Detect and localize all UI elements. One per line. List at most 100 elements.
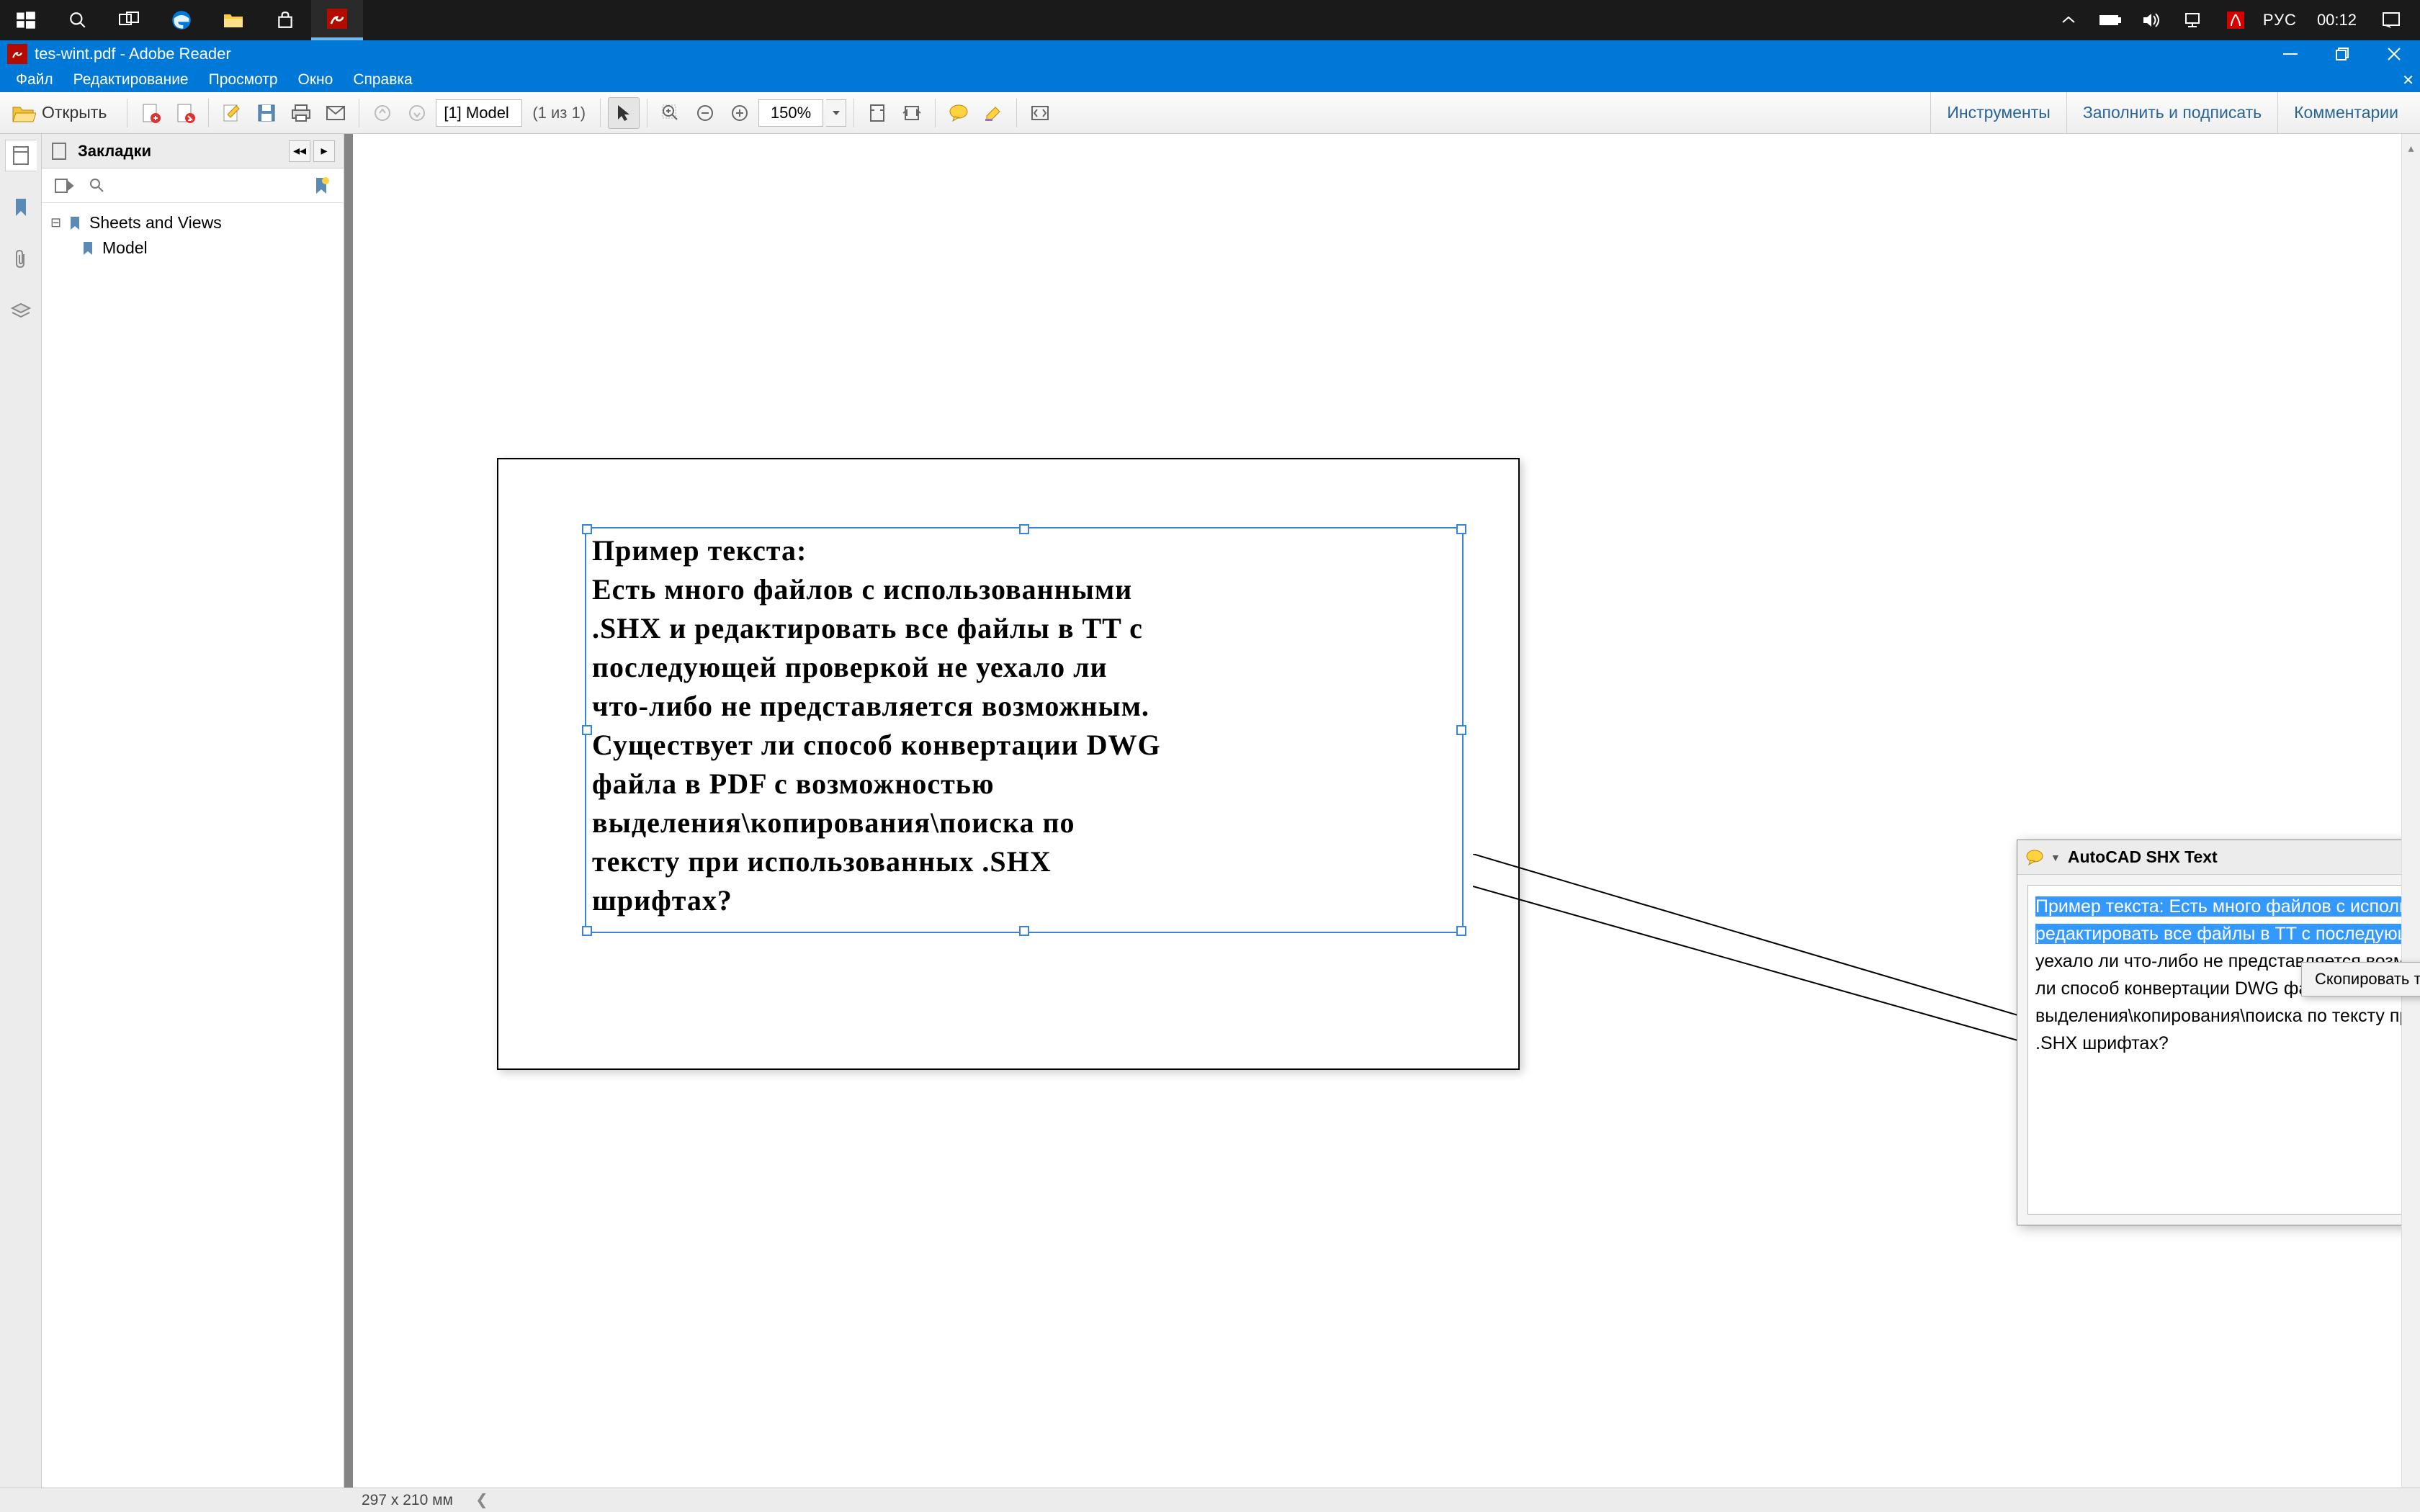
page-input[interactable]: [1] Model — [436, 99, 522, 127]
zoom-out-icon[interactable] — [689, 97, 721, 129]
resize-handle-w[interactable] — [582, 725, 592, 735]
adobe-reader-icon — [7, 44, 27, 64]
bookmarks-panel: Закладки ◂◂ ▸ ⊟ Sheets and Views Model — [42, 134, 344, 1488]
bookmarks-header: Закладки ◂◂ ▸ — [42, 134, 344, 168]
annotation-header[interactable]: ▼ AutoCAD SHX Text — [2017, 840, 2420, 875]
create-pdf-icon[interactable] — [135, 97, 166, 129]
annotation-selected-text: Пример текста: Есть много файлов с испол… — [2035, 896, 2420, 944]
tree-label: Sheets and Views — [89, 213, 222, 233]
menu-help[interactable]: Справка — [343, 68, 422, 91]
zoom-in-icon[interactable] — [724, 97, 756, 129]
status-prev-icon[interactable]: ❮ — [470, 1491, 493, 1509]
context-copy-text[interactable]: Скопировать текст Ctrl+C — [2302, 963, 2420, 996]
task-view-icon[interactable] — [104, 0, 156, 40]
status-bar: 297 x 210 мм ❮ — [0, 1488, 2420, 1512]
fit-page-icon[interactable] — [861, 97, 893, 129]
resize-handle-s[interactable] — [1019, 926, 1029, 936]
thumbnails-rail-icon[interactable] — [5, 140, 37, 171]
maximize-button[interactable] — [2316, 40, 2368, 68]
store-icon[interactable] — [259, 0, 311, 40]
file-explorer-icon[interactable] — [207, 0, 259, 40]
window-titlebar: tes-wint.pdf - Adobe Reader — [0, 40, 2420, 68]
vertical-scrollbar[interactable]: ▴ — [2401, 134, 2420, 1488]
zoom-input[interactable]: 150% — [758, 99, 823, 127]
bm-search-icon[interactable] — [84, 174, 111, 198]
annotation-title: AutoCAD SHX Text — [2068, 847, 2420, 867]
start-button[interactable] — [0, 0, 52, 40]
chevron-up-icon[interactable] — [2054, 6, 2083, 35]
scroll-up-icon[interactable]: ▴ — [2404, 143, 2418, 154]
resize-handle-sw[interactable] — [582, 926, 592, 936]
resize-handle-se[interactable] — [1456, 926, 1466, 936]
tree-item-child[interactable]: Model — [50, 235, 335, 261]
menubar: Файл Редактирование Просмотр Окно Справк… — [0, 68, 2420, 92]
resize-handle-ne[interactable] — [1456, 524, 1466, 534]
selection-tool-icon[interactable] — [608, 97, 640, 129]
tree-item-root[interactable]: ⊟ Sheets and Views — [50, 210, 335, 235]
layers-rail-icon[interactable] — [5, 295, 37, 327]
battery-icon[interactable] — [2096, 6, 2125, 35]
dropdown-icon[interactable]: ▼ — [2051, 852, 2061, 863]
context-menu: Скопировать текст Ctrl+C — [2301, 962, 2420, 996]
sticky-note-icon[interactable] — [943, 97, 974, 129]
menu-window[interactable]: Окно — [288, 68, 344, 91]
language-indicator[interactable]: РУС — [2263, 11, 2297, 30]
close-button[interactable] — [2368, 40, 2420, 68]
tree-label: Model — [102, 238, 148, 258]
prev-page-icon[interactable] — [367, 97, 398, 129]
menu-edit[interactable]: Редактирование — [63, 68, 199, 91]
tools-link[interactable]: Инструменты — [1930, 92, 2066, 134]
next-page-icon[interactable] — [401, 97, 433, 129]
volume-icon[interactable] — [2138, 6, 2166, 35]
open-label: Открыть — [42, 103, 107, 122]
bm-options-icon[interactable] — [50, 174, 78, 198]
annotation-textarea[interactable]: Пример текста: Есть много файлов с испол… — [2027, 885, 2420, 1215]
fill-sign-link[interactable]: Заполнить и подписать — [2066, 92, 2277, 134]
comments-link[interactable]: Комментарии — [2277, 92, 2414, 134]
zoom-dropdown[interactable] — [826, 99, 846, 127]
navigation-rail — [0, 134, 42, 1488]
bm-prev-button[interactable]: ◂◂ — [289, 140, 310, 162]
bookmarks-title: Закладки — [78, 142, 286, 161]
page-thumbnails-icon — [50, 141, 71, 161]
bm-next-button[interactable]: ▸ — [313, 140, 335, 162]
attachments-rail-icon[interactable] — [5, 243, 37, 275]
resize-handle-nw[interactable] — [582, 524, 592, 534]
marquee-zoom-icon[interactable] — [655, 97, 686, 129]
bm-new-icon[interactable] — [308, 174, 335, 198]
bookmark-icon — [79, 240, 97, 257]
toolbar: Открыть [1] Model (1 из 1) 150% Инструме… — [0, 92, 2420, 134]
resize-handle-e[interactable] — [1456, 725, 1466, 735]
menu-file[interactable]: Файл — [6, 68, 63, 91]
bookmark-icon — [66, 215, 84, 232]
window-title: tes-wint.pdf - Adobe Reader — [35, 45, 2264, 63]
edge-icon[interactable] — [156, 0, 207, 40]
tree-collapse-icon[interactable]: ⊟ — [50, 215, 66, 230]
export-pdf-icon[interactable] — [169, 97, 201, 129]
bookmarks-toolbar — [42, 168, 344, 203]
email-icon[interactable] — [320, 97, 351, 129]
read-mode-icon[interactable] — [1024, 97, 1056, 129]
document-close-icon[interactable]: ✕ — [2402, 71, 2414, 89]
pdf-page: Пример текста: Есть много файлов с испол… — [497, 458, 1520, 1070]
notifications-icon[interactable] — [2377, 6, 2406, 35]
search-icon[interactable] — [52, 0, 104, 40]
comment-icon — [2026, 850, 2043, 865]
callout-connector — [1473, 854, 2035, 1070]
minimize-button[interactable] — [2264, 40, 2316, 68]
print-icon[interactable] — [285, 97, 317, 129]
clock[interactable]: 00:12 — [2310, 11, 2364, 30]
avira-icon[interactable] — [2221, 6, 2250, 35]
fit-width-icon[interactable] — [896, 97, 928, 129]
document-viewport[interactable]: Пример текста: Есть много файлов с испол… — [344, 134, 2420, 1488]
highlight-icon[interactable] — [977, 97, 1009, 129]
adobe-reader-taskbar-icon[interactable] — [311, 0, 363, 40]
menu-view[interactable]: Просмотр — [199, 68, 288, 91]
open-button[interactable]: Открыть — [6, 97, 120, 129]
edit-pdf-icon[interactable] — [216, 97, 248, 129]
bookmarks-rail-icon[interactable] — [5, 192, 37, 223]
network-icon[interactable] — [2179, 6, 2208, 35]
annotation-popup[interactable]: ▼ AutoCAD SHX Text Пример текста: Есть м… — [2017, 840, 2420, 1225]
save-icon[interactable] — [251, 97, 282, 129]
bookmarks-tree: ⊟ Sheets and Views Model — [42, 203, 344, 1488]
